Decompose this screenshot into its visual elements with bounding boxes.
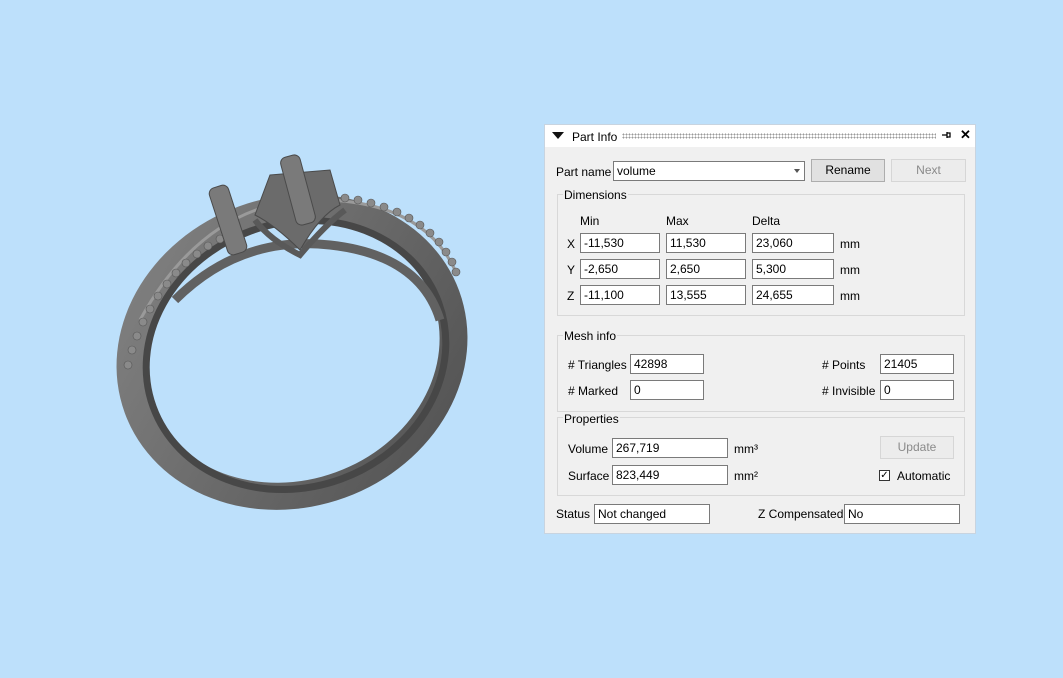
properties-title: Properties [563,412,620,426]
dim-y-min[interactable]: -2,650 [580,259,660,279]
update-button[interactable]: Update [880,436,954,459]
part-name-value: volume [617,164,656,178]
volume-field[interactable]: 267,719 [612,438,728,458]
points-label: # Points [822,358,866,372]
dim-axis-z: Z [567,289,575,303]
automatic-label: Automatic [897,469,951,483]
dim-x-unit: mm [840,237,860,251]
checkmark-icon: ✓ [880,470,889,481]
dim-col-delta: Delta [752,214,781,228]
collapse-triangle-icon[interactable] [552,132,564,139]
dim-z-unit: mm [840,289,860,303]
panel-title: Part Info [572,130,618,144]
dim-y-delta[interactable]: 5,300 [752,259,834,279]
panel-titlebar[interactable]: Part Info ✕ [545,125,975,147]
dim-z-delta[interactable]: 24,655 [752,285,834,305]
dim-y-unit: mm [840,263,860,277]
dim-axis-x: X [567,237,576,251]
pin-icon[interactable] [940,129,952,141]
invisible-field[interactable]: 0 [880,380,954,400]
drag-grip[interactable] [622,133,936,139]
triangles-field[interactable]: 42898 [630,354,704,374]
volume-unit: mm³ [734,442,758,456]
z-compensated-field[interactable]: No [844,504,960,524]
dim-x-delta[interactable]: 23,060 [752,233,834,253]
volume-label: Volume [568,442,609,456]
dim-col-max: Max [666,214,689,228]
next-button[interactable]: Next [891,159,966,182]
combo-arrow-icon [794,169,800,173]
mesh-info-title: Mesh info [563,329,618,343]
automatic-checkbox[interactable]: ✓ [879,470,890,481]
surface-unit: mm² [734,469,758,483]
dim-col-min: Min [580,214,600,228]
marked-label: # Marked [568,384,619,398]
dim-x-min[interactable]: -11,530 [580,233,660,253]
part-name-combo[interactable]: volume [613,161,805,181]
dim-z-max[interactable]: 13,555 [666,285,746,305]
rename-button[interactable]: Rename [811,159,885,182]
status-field[interactable]: Not changed [594,504,710,524]
dim-x-max[interactable]: 11,530 [666,233,746,253]
triangles-label: # Triangles [568,358,627,372]
part-info-panel: Part Info ✕ Part name volume Rename Next… [544,124,976,534]
status-label: Status [556,507,591,521]
surface-field[interactable]: 823,449 [612,465,728,485]
dim-z-min[interactable]: -11,100 [580,285,660,305]
dim-axis-y: Y [567,263,576,277]
close-icon[interactable]: ✕ [960,127,971,143]
model-viewport[interactable] [0,0,540,678]
points-field[interactable]: 21405 [880,354,954,374]
surface-label: Surface [568,469,610,483]
z-compensated-label: Z Compensated [758,507,844,521]
dimensions-title: Dimensions [563,188,628,202]
dim-y-max[interactable]: 2,650 [666,259,746,279]
ring-model[interactable] [72,145,513,558]
marked-field[interactable]: 0 [630,380,704,400]
invisible-label: # Invisible [822,384,876,398]
part-name-label: Part name [556,165,612,179]
